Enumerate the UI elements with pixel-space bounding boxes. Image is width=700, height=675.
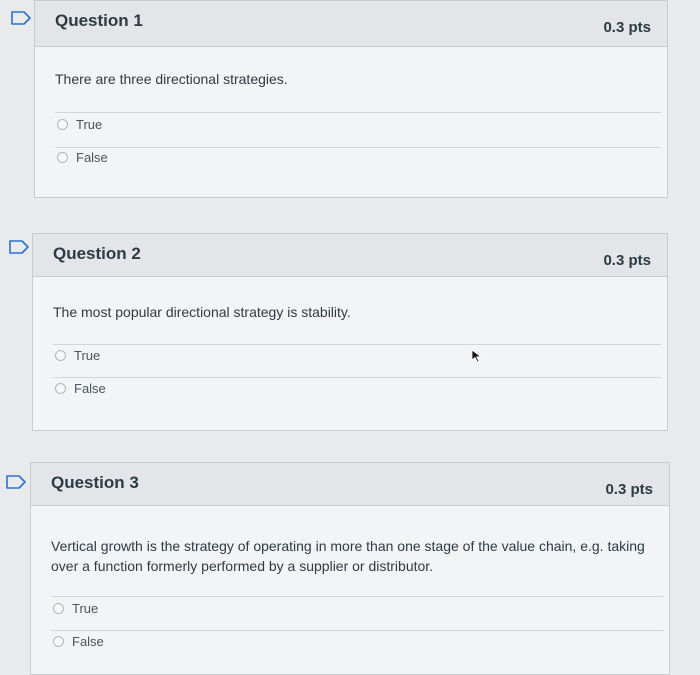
question-3-card: Question 3 0.3 pts Vertical growth is th…: [30, 462, 670, 675]
answer-divider: [51, 630, 663, 631]
question-title: Question 3: [51, 473, 139, 492]
question-title: Question 2: [53, 244, 141, 263]
answer-label: False: [72, 634, 104, 649]
radio-icon[interactable]: [55, 383, 66, 394]
radio-icon[interactable]: [57, 152, 68, 163]
flag-question-3-icon[interactable]: [5, 474, 27, 490]
question-points: 0.3 pts: [605, 481, 653, 498]
answer-false[interactable]: False: [57, 150, 108, 165]
answer-false[interactable]: False: [55, 381, 106, 396]
answer-false[interactable]: False: [53, 634, 104, 649]
flag-question-2-icon[interactable]: [8, 239, 30, 255]
answer-true[interactable]: True: [57, 117, 102, 132]
flag-question-1-icon[interactable]: [10, 10, 32, 26]
question-header: Question 3 0.3 pts: [31, 463, 669, 506]
answer-label: True: [76, 117, 103, 132]
answer-divider: [55, 147, 661, 148]
radio-icon[interactable]: [53, 636, 64, 647]
radio-icon[interactable]: [53, 603, 64, 614]
question-points: 0.3 pts: [603, 252, 651, 269]
answer-divider: [55, 112, 661, 113]
answer-true[interactable]: True: [53, 601, 98, 616]
mouse-cursor-icon: [471, 349, 483, 363]
question-1-card: Question 1 0.3 pts There are three direc…: [34, 0, 668, 198]
question-2-card: Question 2 0.3 pts The most popular dire…: [32, 233, 668, 431]
answer-label: True: [72, 601, 99, 616]
question-text: Vertical growth is the strategy of opera…: [51, 538, 645, 574]
answer-label: False: [74, 381, 106, 396]
question-points: 0.3 pts: [603, 19, 651, 36]
answer-true[interactable]: True: [55, 348, 100, 363]
question-header: Question 1 0.3 pts: [35, 1, 667, 47]
quiz-container: Question 1 0.3 pts There are three direc…: [0, 0, 700, 675]
answer-label: False: [76, 150, 108, 165]
answer-divider: [53, 344, 661, 345]
radio-icon[interactable]: [55, 350, 66, 361]
answer-label: True: [74, 348, 101, 363]
question-text: The most popular directional strategy is…: [53, 304, 351, 320]
question-title: Question 1: [55, 11, 143, 30]
answer-divider: [51, 596, 663, 597]
question-text: There are three directional strategies.: [55, 71, 288, 87]
answer-divider: [53, 377, 661, 378]
radio-icon[interactable]: [57, 119, 68, 130]
question-header: Question 2 0.3 pts: [33, 234, 667, 277]
